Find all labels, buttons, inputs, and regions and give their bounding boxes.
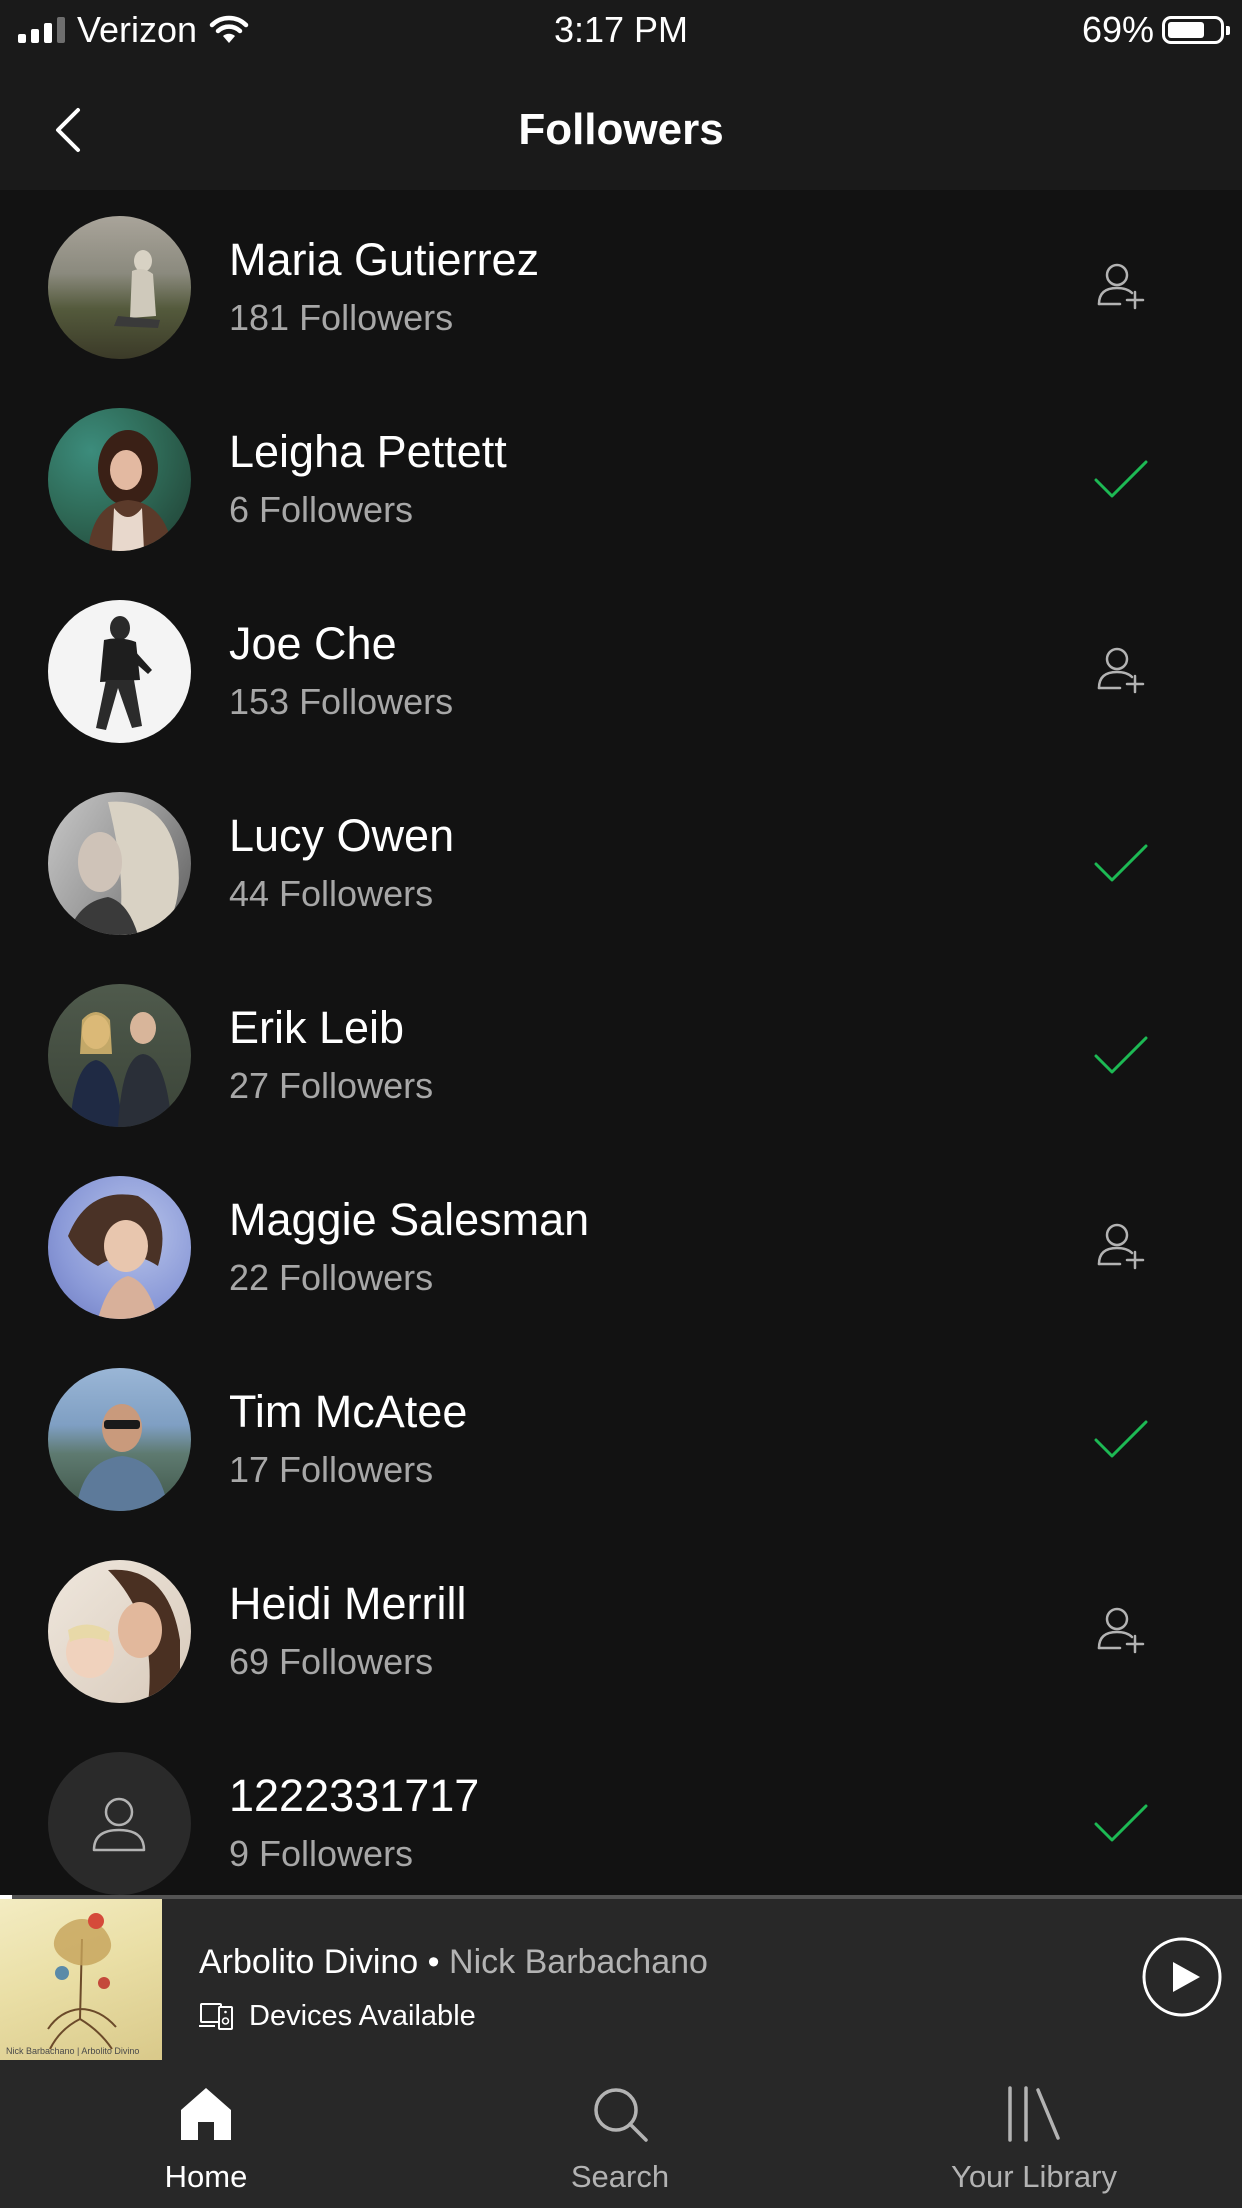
track-title: Arbolito Divino <box>199 1943 419 1981</box>
album-caption: Nick Barbachano | Arbolito Divino <box>6 2046 140 2056</box>
avatar <box>48 792 191 935</box>
follower-count: 69 Followers <box>229 1641 434 1682</box>
track-artist: Nick Barbachano <box>449 1943 708 1981</box>
battery-percent: 69% <box>1081 9 1154 50</box>
follower-count: 153 Followers <box>229 681 454 722</box>
avatar <box>48 1176 191 1319</box>
follower-row[interactable]: Tim McAtee 17 Followers <box>0 1342 1242 1534</box>
follower-count: 17 Followers <box>229 1449 434 1490</box>
follower-count: 181 Followers <box>229 297 454 338</box>
follower-row[interactable]: Erik Leib 27 Followers <box>0 958 1242 1150</box>
devices-available-button[interactable]: Devices Available <box>199 1996 476 2036</box>
tab-your-library[interactable]: Your Library <box>884 2060 1184 2208</box>
status-bar: Verizon 3:17 PM 69% <box>0 0 1242 62</box>
follower-row[interactable]: Lucy Owen 44 Followers <box>0 766 1242 958</box>
follower-count: 9 Followers <box>229 1833 414 1874</box>
user-placeholder-icon <box>92 1797 146 1852</box>
search-icon <box>594 2088 648 2142</box>
follower-name: Heidi Merrill <box>229 1578 467 1629</box>
avatar <box>48 600 191 743</box>
checkmark-icon[interactable] <box>1090 1792 1154 1856</box>
tab-label: Your Library <box>950 2159 1117 2194</box>
tab-search[interactable]: Search <box>470 2060 770 2208</box>
follower-name: Maria Gutierrez <box>229 234 540 285</box>
checkmark-icon[interactable] <box>1090 1408 1154 1472</box>
track-info: Arbolito Divino • Nick Barbachano <box>199 1941 708 1983</box>
navigation-header: Followers <box>0 62 1242 190</box>
devices-label: Devices Available <box>249 1999 476 2032</box>
tab-label: Home <box>164 2159 248 2194</box>
follow-user-icon[interactable] <box>1090 640 1154 704</box>
playback-progress-bar <box>0 1895 1242 1899</box>
follower-count: 22 Followers <box>229 1257 434 1298</box>
track-separator: • <box>418 1943 450 1981</box>
follower-row[interactable]: 1222331717 9 Followers <box>0 1726 1242 1895</box>
home-icon <box>181 2088 231 2140</box>
follower-row[interactable]: Leigha Pettett 6 Followers <box>0 382 1242 574</box>
follower-count: 27 Followers <box>229 1065 434 1106</box>
checkmark-icon[interactable] <box>1090 832 1154 896</box>
follower-row[interactable]: Maria Gutierrez 181 Followers <box>0 190 1242 382</box>
avatar <box>48 1752 191 1895</box>
avatar <box>48 408 191 551</box>
status-time: 3:17 PM <box>553 9 689 50</box>
follower-count: 6 Followers <box>229 489 414 530</box>
avatar <box>48 1368 191 1511</box>
follower-name: Tim McAtee <box>229 1386 468 1437</box>
battery-group: 69% <box>1081 8 1230 52</box>
follow-user-icon[interactable] <box>1090 1600 1154 1664</box>
battery-icon <box>1162 16 1230 44</box>
follower-name: Lucy Owen <box>229 810 455 861</box>
avatar <box>48 216 191 359</box>
follower-name: 1222331717 <box>229 1770 480 1821</box>
mini-player[interactable]: Nick Barbachano | Arbolito Divino Arboli… <box>0 1895 1242 2060</box>
devices-icon <box>199 2003 233 2030</box>
follower-name: Joe Che <box>229 618 397 669</box>
follower-name: Erik Leib <box>229 1002 405 1053</box>
follow-user-icon[interactable] <box>1090 256 1154 320</box>
album-art: Nick Barbachano | Arbolito Divino <box>0 1899 162 2060</box>
play-button[interactable] <box>1140 1935 1224 2019</box>
follow-user-icon[interactable] <box>1090 1216 1154 1280</box>
follower-count: 44 Followers <box>229 873 434 914</box>
page-title: Followers <box>518 105 724 154</box>
follower-row[interactable]: Heidi Merrill 69 Followers <box>0 1534 1242 1726</box>
checkmark-icon[interactable] <box>1090 448 1154 512</box>
bottom-tab-bar: Home Search Your Library <box>0 2060 1242 2208</box>
follower-row[interactable]: Maggie Salesman 22 Followers <box>0 1150 1242 1342</box>
follower-row[interactable]: Joe Che 153 Followers <box>0 574 1242 766</box>
avatar <box>48 984 191 1127</box>
tab-label: Search <box>570 2159 670 2194</box>
tab-home[interactable]: Home <box>56 2060 356 2208</box>
checkmark-icon[interactable] <box>1090 1024 1154 1088</box>
library-icon <box>1008 2086 1060 2142</box>
follower-name: Maggie Salesman <box>229 1194 590 1245</box>
follower-name: Leigha Pettett <box>229 426 507 477</box>
followers-list: Maria Gutierrez 181 Followers Leigha Pet… <box>0 190 1242 1895</box>
avatar <box>48 1560 191 1703</box>
